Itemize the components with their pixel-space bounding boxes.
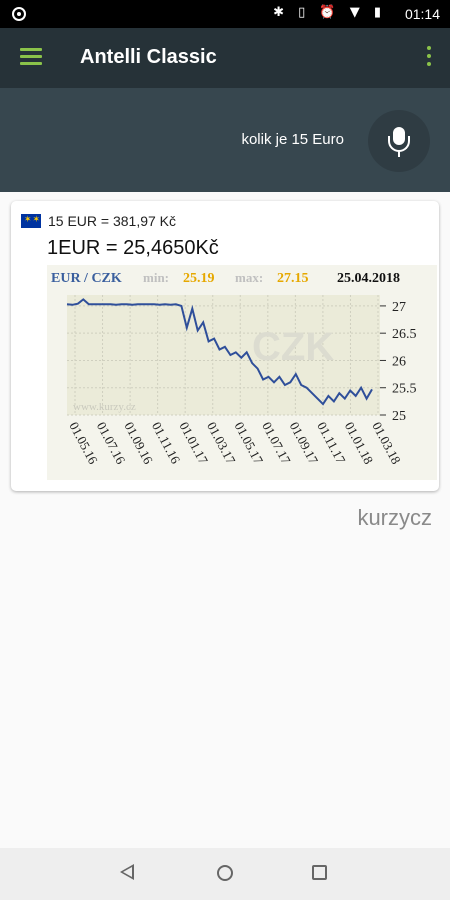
chart-pair: EUR / CZK	[51, 271, 122, 286]
status-icons: ✱ ▯ ⏰ ▼ ▮	[273, 5, 386, 20]
y-tick-label: 27	[392, 300, 406, 315]
eu-flag-icon	[21, 214, 41, 228]
chart-watermark: CZK	[252, 325, 334, 369]
system-nav-bar	[0, 848, 450, 900]
result-card: 15 EUR = 381,97 Kč 1EUR = 25,4650Kč CZK …	[11, 201, 439, 491]
app-bar: Antelli Classic	[0, 28, 450, 88]
chart-date: 25.04.2018	[337, 271, 400, 286]
y-tick-label: 26	[392, 354, 406, 369]
conversion-row: 15 EUR = 381,97 Kč	[21, 213, 176, 229]
y-tick-label: 25.5	[392, 382, 417, 397]
kurzycz-brand: kurzycz	[357, 505, 432, 530]
chart-watermark-url: www.kurzy.cz	[73, 401, 136, 413]
query-bar: kolik je 15 Euro	[0, 88, 450, 192]
y-tick-label: 25	[392, 409, 406, 424]
y-tick-label: 26.5	[392, 327, 417, 342]
menu-icon[interactable]	[20, 48, 42, 66]
microphone-button[interactable]	[368, 110, 430, 172]
exchange-rate: 1EUR = 25,4650Kč	[47, 237, 219, 259]
status-bar: ✱ ▯ ⏰ ▼ ▮ 01:14	[0, 0, 450, 28]
notification-icon	[12, 7, 26, 21]
chart-min-label: min:	[143, 270, 169, 285]
home-icon[interactable]	[217, 865, 233, 881]
recent-apps-icon[interactable]	[312, 865, 327, 880]
query-text: kolik je 15 Euro	[241, 131, 344, 148]
rate-chart: CZK www.kurzy.cz EUR / CZK min: 25.19 ma…	[47, 265, 437, 480]
back-icon[interactable]	[120, 864, 134, 880]
app-title: Antelli Classic	[80, 46, 217, 68]
chart-min-value: 25.19	[183, 271, 215, 286]
chart-max-label: max:	[235, 270, 263, 285]
status-time: 01:14	[404, 6, 440, 22]
chart-max-value: 27.15	[277, 271, 309, 286]
conversion-text: 15 EUR = 381,97 Kč	[48, 213, 177, 229]
overflow-menu-icon[interactable]	[426, 46, 432, 70]
